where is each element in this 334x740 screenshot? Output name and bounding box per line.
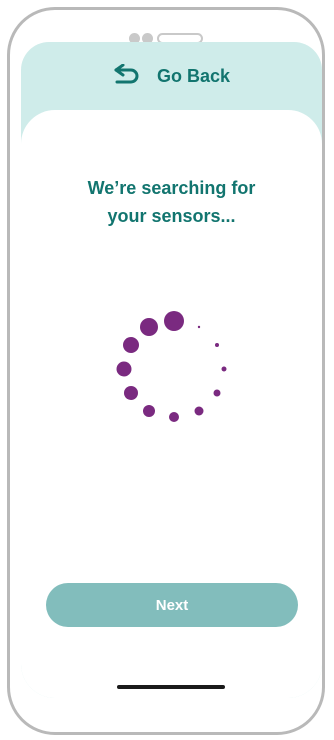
header: Go Back xyxy=(21,42,322,110)
page-title: We’re searching for your sensors... xyxy=(21,174,322,230)
spinner-dot xyxy=(143,405,155,417)
home-indicator xyxy=(117,685,225,689)
next-button[interactable]: Next xyxy=(46,583,298,627)
spinner-dot xyxy=(124,386,138,400)
loading-spinner-icon xyxy=(116,311,227,422)
spinner-dot xyxy=(164,311,184,331)
go-back-button[interactable]: Go Back xyxy=(113,64,230,88)
title-line: We’re searching for xyxy=(87,178,256,198)
spinner-dot xyxy=(197,325,201,329)
spinner-dot xyxy=(215,343,219,347)
spinner-dot xyxy=(194,406,204,416)
return-arrow-icon xyxy=(114,64,139,84)
spinner-dot xyxy=(169,412,179,422)
app-screen: Go Back We’re searching for your sensors… xyxy=(21,42,322,698)
spinner-dot xyxy=(213,389,221,397)
spinner-dot xyxy=(221,366,227,372)
content-card: We’re searching for your sensors... Next xyxy=(21,110,322,698)
spinner-dot xyxy=(116,361,132,377)
spinner-dot xyxy=(140,318,158,336)
title-line: your sensors... xyxy=(107,206,236,226)
go-back-label: Go Back xyxy=(156,65,231,86)
spinner-dot xyxy=(123,337,139,353)
